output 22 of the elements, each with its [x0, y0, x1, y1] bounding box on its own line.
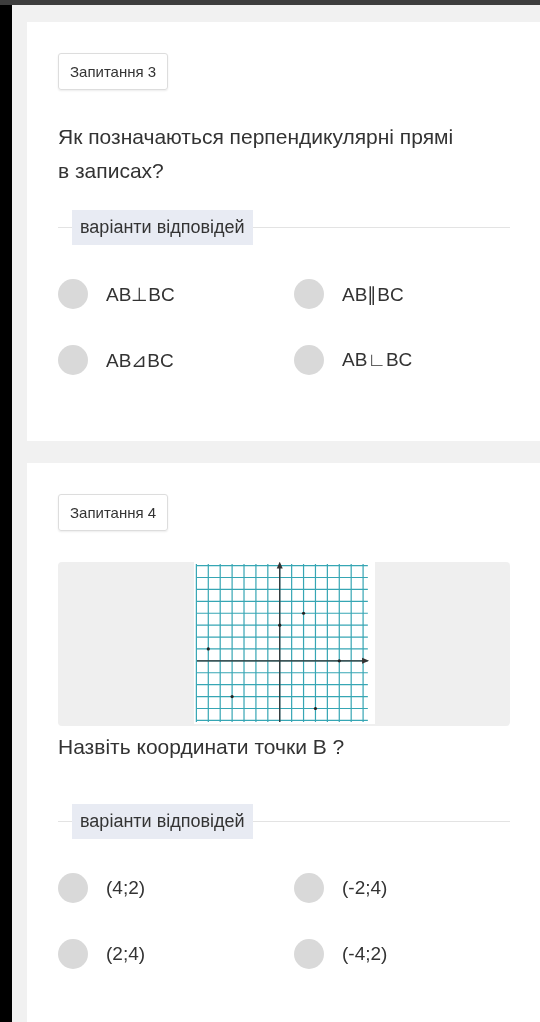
option-label: AB⊿BC — [106, 348, 174, 372]
answer-options-label: варіанти відповідей — [72, 803, 253, 839]
radio-button[interactable] — [58, 873, 88, 903]
radio-button[interactable] — [294, 873, 324, 903]
option-label: AB∟BC — [342, 349, 413, 371]
question-number-tag: Запитання 4 — [58, 494, 169, 531]
question-text: Як позначаються перпендикулярні прямі в записах? — [58, 124, 455, 184]
option-label: AB∥BC — [342, 282, 404, 306]
answer-options-label: варіанти відповідей — [72, 209, 253, 245]
radio-button[interactable] — [58, 939, 88, 969]
radio-button[interactable] — [294, 279, 324, 309]
option-label: AB⊥BC — [106, 282, 175, 306]
option-label: (4;2) — [106, 877, 146, 899]
option-label: (2;4) — [106, 943, 146, 965]
radio-button[interactable] — [58, 345, 88, 375]
option-label: (-2;4) — [342, 877, 388, 899]
question-number-tag: Запитання 3 — [58, 53, 169, 90]
question-text: Назвіть координати точки В ? — [58, 734, 346, 760]
radio-button[interactable] — [294, 939, 324, 969]
option-label: (-4;2) — [342, 943, 388, 965]
radio-button[interactable] — [58, 279, 88, 309]
radio-button[interactable] — [294, 345, 324, 375]
